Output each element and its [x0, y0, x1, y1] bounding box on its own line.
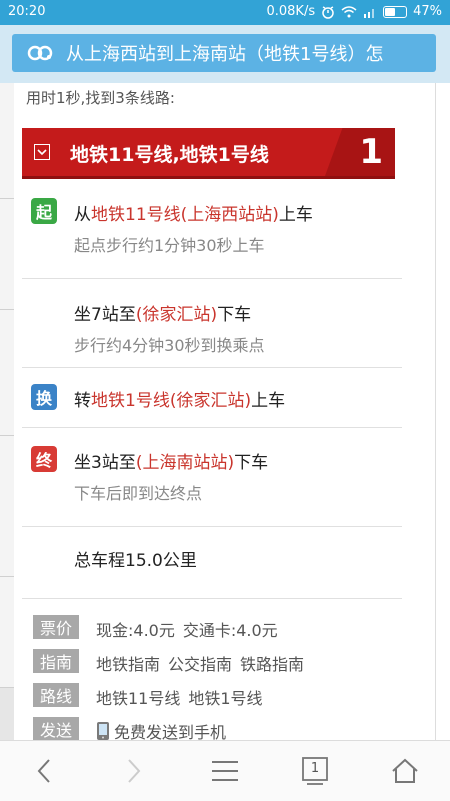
- side-tab[interactable]: [0, 199, 14, 310]
- line-link[interactable]: 地铁11号线: [96, 689, 180, 708]
- back-icon[interactable]: [24, 751, 64, 791]
- content-border: [435, 83, 436, 740]
- guide-links: 地铁指南 公交指南 铁路指南: [96, 651, 304, 675]
- side-tab[interactable]: [0, 577, 14, 688]
- title-banner[interactable]: 从上海西站到上海南站（地铁1号线）怎: [12, 34, 436, 72]
- fare-card: 交通卡:4.0元: [182, 621, 278, 640]
- step-instruction: 坐7站至(徐家汇站)下车: [74, 300, 251, 325]
- step-prefix: 坐7站至: [74, 305, 136, 325]
- alarm-icon: [322, 5, 334, 19]
- wifi-icon: [341, 5, 357, 17]
- step-suffix: 下车: [217, 305, 252, 325]
- total-distance: 总车程15.0公里: [74, 551, 197, 571]
- step-suffix: 上车: [251, 391, 286, 411]
- fare-cash: 现金:4.0元: [96, 621, 175, 640]
- rail-guide-link[interactable]: 铁路指南: [240, 655, 304, 674]
- search-summary: 用时1秒,找到3条线路:: [26, 89, 175, 107]
- side-tab[interactable]: [0, 436, 14, 577]
- divider: [22, 526, 402, 527]
- step-instruction: 转地铁1号线(徐家汇站)上车: [74, 386, 285, 411]
- phone-icon: [97, 722, 109, 740]
- info-row-fare: 票价 现金:4.0元 交通卡:4.0元: [33, 615, 393, 641]
- line-links: 地铁11号线 地铁1号线: [96, 685, 263, 709]
- forward-icon[interactable]: [114, 751, 154, 791]
- app-logo-icon: [24, 37, 56, 69]
- step-instruction: 从地铁11号线(上海西站站)上车: [74, 200, 313, 225]
- info-row-guide: 指南 地铁指南 公交指南 铁路指南: [33, 649, 393, 675]
- transfer-icon: 换: [31, 384, 57, 410]
- info-row-lines: 路线 地铁11号线 地铁1号线: [33, 683, 393, 709]
- chevron-down-icon[interactable]: [34, 144, 50, 160]
- side-tab[interactable]: [0, 83, 14, 199]
- bus-guide-link[interactable]: 公交指南: [168, 655, 232, 674]
- step-detail: 起点步行约1分钟30秒上车: [74, 236, 265, 255]
- signal-icon: [364, 8, 375, 18]
- step-prefix: 坐3站至: [74, 453, 136, 473]
- line-link[interactable]: 地铁1号线: [188, 689, 262, 708]
- side-tab[interactable]: [0, 310, 14, 436]
- step-suffix: 下车: [234, 453, 269, 473]
- fare-values: 现金:4.0元 交通卡:4.0元: [96, 617, 278, 641]
- side-tab-strip[interactable]: [0, 83, 14, 740]
- end-icon: 终: [31, 446, 57, 472]
- info-label: 指南: [33, 649, 79, 673]
- step-instruction: 坐3站至(上海南站站)下车: [74, 448, 268, 473]
- step-prefix: 转: [74, 391, 91, 411]
- divider: [22, 367, 402, 368]
- tabs-icon[interactable]: 1: [295, 751, 335, 791]
- network-speed: 0.08K/s: [266, 4, 316, 19]
- station-link[interactable]: (徐家汇站): [136, 305, 217, 325]
- menu-icon[interactable]: [205, 751, 245, 791]
- home-icon[interactable]: [385, 751, 425, 791]
- route-name: 地铁11号线,地铁1号线: [70, 144, 269, 166]
- divider: [22, 278, 402, 279]
- station-link[interactable]: 地铁1号线(徐家汇站): [91, 391, 251, 411]
- step-detail: 下车后即到达终点: [74, 484, 203, 503]
- start-icon: 起: [31, 198, 57, 224]
- divider: [22, 598, 402, 599]
- route-header[interactable]: 地铁11号线,地铁1号线 1: [22, 128, 395, 179]
- subway-guide-link[interactable]: 地铁指南: [96, 655, 160, 674]
- title-bar: 从上海西站到上海南站（地铁1号线）怎: [0, 25, 450, 83]
- route-number: 1: [359, 132, 383, 172]
- battery-icon: [383, 5, 408, 18]
- step-prefix: 从: [74, 205, 91, 225]
- step-detail: 步行约4分钟30秒到换乘点: [74, 336, 265, 355]
- page-title: 从上海西站到上海南站（地铁1号线）怎: [66, 44, 384, 65]
- status-bar: 20:20 0.08K/s 47%: [0, 0, 450, 25]
- info-label: 票价: [33, 615, 79, 639]
- divider: [22, 427, 402, 428]
- info-label: 发送: [33, 717, 79, 741]
- station-link[interactable]: 地铁11号线(上海西站站): [91, 205, 279, 225]
- station-link[interactable]: (上海南站站): [136, 453, 234, 473]
- status-right: 0.08K/s 47%: [266, 4, 442, 19]
- step-suffix: 上车: [278, 205, 313, 225]
- bottom-nav: 1: [0, 740, 450, 801]
- tab-count: 1: [310, 760, 320, 776]
- info-label: 路线: [33, 683, 79, 707]
- status-time: 20:20: [8, 4, 46, 19]
- battery-percent: 47%: [413, 4, 442, 19]
- info-row-send: 发送 免费发送到手机: [33, 717, 393, 742]
